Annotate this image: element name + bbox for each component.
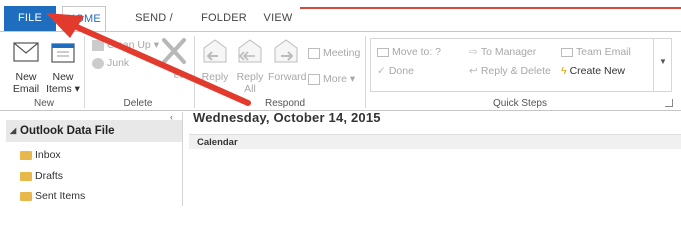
new-email-icon	[13, 42, 39, 62]
ribbon-tab-bar: FILE HOME SEND / RECEIVE FOLDER VIEW	[0, 0, 681, 49]
quick-step-reply-delete[interactable]: ↩ Reply & Delete	[469, 65, 551, 77]
drafts-folder-icon	[20, 171, 32, 181]
reply-delete-icon: ↩	[469, 65, 478, 77]
delete-label: ete	[173, 69, 189, 81]
more-label: More ▾	[323, 73, 356, 85]
lightning-icon: ϟ	[561, 65, 567, 77]
sent-folder-icon	[20, 191, 32, 201]
forward-button[interactable]: Forward	[268, 36, 307, 83]
new-items-icon	[51, 43, 75, 63]
nav-item-label: Sent Items	[35, 190, 86, 202]
meeting-label: Meeting	[323, 47, 361, 59]
group-label-quick-steps: Quick Steps	[493, 98, 547, 109]
new-email-label-1: New	[15, 71, 37, 83]
nav-item-sent-items[interactable]: Sent Items	[20, 189, 85, 203]
move-to-label: Move to: ?	[392, 46, 442, 58]
delete-button[interactable]: ete	[156, 36, 192, 81]
inbox-folder-icon	[20, 150, 32, 160]
new-email-label-2: Email	[12, 83, 40, 95]
quick-steps-gallery: Move to: ? ✓ Done ⇨ To Manager ↩ Reply & De…	[370, 38, 672, 92]
reply-all-label-1: Reply	[236, 71, 264, 83]
tab-send-receive[interactable]: SEND / RECEIVE	[115, 6, 193, 49]
to-manager-label: To Manager	[480, 46, 537, 58]
calendar-section-header: Calendar	[189, 134, 681, 149]
quick-step-move-to[interactable]: Move to: ?	[377, 46, 441, 58]
more-button[interactable]: More ▾	[308, 72, 355, 86]
tab-home[interactable]: HOME	[62, 6, 106, 32]
ribbon: New Email New Items ▾ New Clean Up ▾ Jun…	[0, 31, 681, 111]
dropdown-arrow-icon: ▼	[659, 57, 667, 66]
dialog-launcher-icon[interactable]	[665, 99, 673, 107]
meeting-icon	[308, 47, 320, 59]
reply-label: Reply	[201, 71, 229, 83]
accent-line	[300, 7, 681, 9]
junk-icon	[92, 57, 104, 69]
group-label-new: New	[33, 98, 54, 109]
group-label-respond: Respond	[264, 98, 306, 109]
folder-pane: ‹ ◢ Outlook Data File Inbox Drafts Sent …	[0, 112, 183, 206]
done-label: Done	[388, 65, 414, 77]
nav-item-label: Inbox	[35, 149, 61, 161]
page-title: Wednesday, October 14, 2015	[193, 110, 381, 125]
clean-up-icon	[92, 39, 104, 51]
outlook-data-file-header[interactable]: ◢ Outlook Data File	[6, 120, 182, 142]
group-label-delete: Delete	[123, 98, 153, 109]
group-separator	[84, 36, 85, 108]
quick-step-create-new[interactable]: ϟ Create New	[561, 65, 625, 77]
delete-x-icon	[162, 38, 186, 64]
more-icon	[308, 73, 320, 85]
team-email-icon	[561, 47, 573, 57]
nav-header-label: Outlook Data File	[20, 125, 115, 137]
collapse-triangle-icon: ◢	[10, 126, 17, 135]
team-email-label: Team Email	[576, 46, 631, 58]
new-items-label-2: Items ▾	[46, 83, 80, 95]
reply-all-button[interactable]: Reply All	[233, 36, 267, 95]
quick-step-done[interactable]: ✓ Done	[377, 65, 414, 77]
reply-all-label-2: All	[244, 83, 256, 95]
person-arrow-icon: ⇨	[469, 46, 478, 58]
forward-label: Forward	[268, 71, 307, 83]
checkmark-icon: ✓	[377, 65, 386, 77]
nav-item-label: Drafts	[35, 170, 64, 182]
new-items-label-1: New	[52, 71, 74, 83]
clean-up-button[interactable]: Clean Up ▾	[92, 38, 159, 52]
tab-file[interactable]: FILE	[4, 6, 56, 31]
clean-up-label: Clean Up ▾	[107, 39, 159, 51]
quick-step-to-manager[interactable]: ⇨ To Manager	[469, 46, 536, 58]
nav-item-inbox[interactable]: Inbox	[20, 148, 61, 162]
junk-button[interactable]: Junk	[92, 56, 129, 70]
quick-steps-scroll[interactable]: ▼	[653, 39, 672, 91]
junk-label: Junk	[107, 57, 130, 69]
create-new-label: Create New	[569, 65, 626, 77]
new-items-button[interactable]: New Items ▾	[44, 40, 82, 95]
reply-all-icon	[238, 39, 262, 63]
folder-move-icon	[377, 47, 389, 57]
tab-view[interactable]: VIEW	[262, 6, 294, 31]
reply-button[interactable]: Reply	[198, 36, 232, 83]
new-email-button[interactable]: New Email	[6, 40, 46, 95]
reply-icon	[203, 39, 227, 63]
nav-item-drafts[interactable]: Drafts	[20, 169, 63, 183]
group-separator	[365, 36, 366, 108]
quick-step-team-email[interactable]: Team Email	[561, 46, 631, 58]
meeting-button[interactable]: Meeting	[308, 46, 360, 60]
group-separator	[194, 36, 195, 108]
forward-icon	[274, 39, 298, 63]
reply-delete-label: Reply & Delete	[480, 65, 551, 77]
tab-folder[interactable]: FOLDER	[201, 6, 247, 31]
